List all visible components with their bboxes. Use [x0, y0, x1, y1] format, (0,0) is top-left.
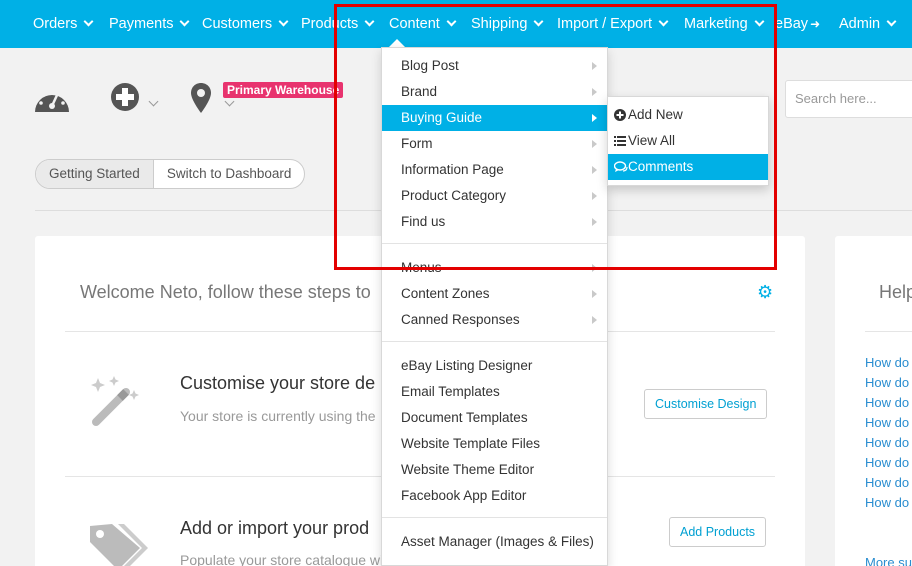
magic-wand-icon	[91, 376, 139, 426]
nav-payments[interactable]: Payments	[109, 0, 190, 48]
chevron-down-icon	[886, 16, 897, 27]
location-pin-icon[interactable]	[190, 82, 212, 114]
help-link[interactable]: How do	[865, 415, 909, 430]
menu-item-label: Content Zones	[401, 286, 490, 301]
menu-item-canned-responses[interactable]: Canned Responses	[382, 307, 607, 333]
help-link[interactable]: How do	[865, 355, 909, 370]
menu-item-label: Canned Responses	[401, 312, 520, 327]
nav-label: eBay	[775, 16, 809, 32]
nav-label: Orders	[33, 16, 78, 32]
warehouse-badge[interactable]: Primary Warehouse	[223, 82, 344, 98]
help-heading: Help	[879, 282, 912, 302]
nav-label: Customers	[202, 16, 273, 32]
external-link-icon: ➜	[810, 17, 821, 31]
menu-item-asset-manager[interactable]: Asset Manager (Images & Files)	[382, 529, 607, 555]
help-link[interactable]: How do	[865, 375, 909, 390]
menu-item-ebay-listing-designer[interactable]: eBay Listing Designer	[382, 353, 607, 379]
menu-item-website-template-files[interactable]: Website Template Files	[382, 431, 607, 457]
divider	[865, 331, 912, 332]
menu-item-document-templates[interactable]: Document Templates	[382, 405, 607, 431]
menu-item-email-templates[interactable]: Email Templates	[382, 379, 607, 405]
switch-dashboard-button[interactable]: Switch to Dashboard	[154, 160, 305, 188]
chevron-down-icon	[83, 16, 94, 27]
step-description: Your store is currently using the	[180, 408, 376, 424]
nav-admin[interactable]: Admin	[839, 0, 897, 48]
help-link[interactable]: How do	[865, 395, 909, 410]
welcome-heading: Welcome Neto, follow these steps to	[80, 282, 371, 302]
nav-label: Payments	[109, 16, 174, 32]
getting-started-button[interactable]: Getting Started	[36, 160, 154, 188]
help-link[interactable]: How do	[865, 435, 909, 450]
menu-item-content-zones[interactable]: Content Zones	[382, 281, 607, 307]
step-title: Customise your store de	[180, 373, 376, 393]
dashboard-gauge-icon[interactable]	[33, 83, 71, 113]
nav-orders[interactable]: Orders	[33, 0, 94, 48]
add-circle-icon[interactable]	[110, 82, 140, 112]
menu-separator	[382, 341, 607, 342]
search-input[interactable]: Search here...	[785, 80, 912, 118]
caret-right-icon	[592, 316, 597, 324]
add-products-button[interactable]: Add Products	[669, 517, 767, 547]
chevron-down-icon[interactable]	[224, 96, 235, 107]
caret-right-icon	[592, 290, 597, 298]
nav-label: Admin	[839, 16, 881, 32]
menu-item-facebook-app-editor[interactable]: Facebook App Editor	[382, 483, 607, 509]
customise-design-button[interactable]: Customise Design	[644, 389, 768, 419]
help-link[interactable]: How do	[865, 475, 909, 490]
help-more-link[interactable]: More su	[865, 555, 912, 566]
price-tag-icon	[90, 524, 148, 566]
chevron-down-icon[interactable]	[148, 96, 159, 107]
nav-ebay[interactable]: eBay ➜	[775, 0, 820, 48]
help-link[interactable]: How do	[865, 455, 909, 470]
nav-customers[interactable]: Customers	[202, 0, 289, 48]
gear-icon[interactable]: ⚙	[757, 282, 773, 303]
annotation-highlight-box	[334, 4, 777, 270]
view-toggle: Getting Started Switch to Dashboard	[35, 159, 306, 189]
help-link[interactable]: How do	[865, 495, 909, 510]
menu-separator	[382, 517, 607, 518]
step-title: Add or import your prod	[180, 518, 370, 538]
menu-item-website-theme-editor[interactable]: Website Theme Editor	[382, 457, 607, 483]
chevron-down-icon	[180, 16, 190, 27]
chevron-down-icon	[278, 16, 289, 27]
